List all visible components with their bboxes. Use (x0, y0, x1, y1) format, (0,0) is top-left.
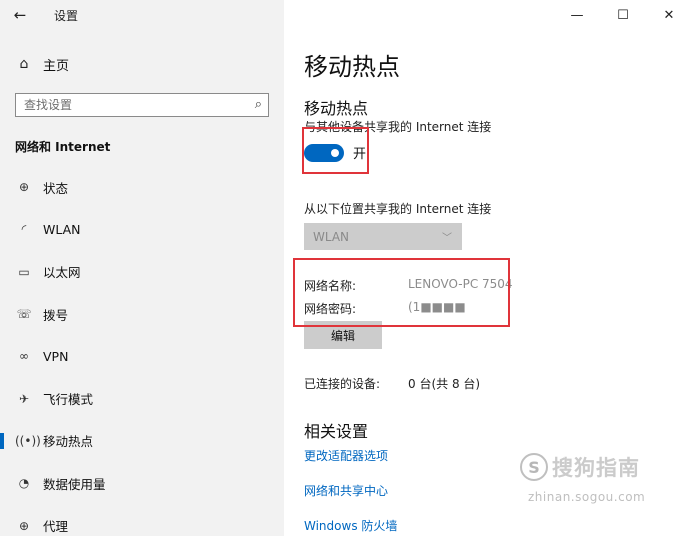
share-from-label: 从以下位置共享我的 Internet 连接 (304, 202, 492, 216)
link-windows-firewall[interactable]: Windows 防火墙 (304, 517, 397, 534)
search-box: ⌕ (15, 93, 269, 117)
sidebar-item-label: 数据使用量 (43, 476, 106, 492)
sogou-logo-icon: S (520, 453, 548, 481)
sidebar-item-label: 主页 (43, 58, 70, 74)
watermark-url: zhinan.sogou.com (528, 490, 646, 504)
related-settings-title: 相关设置 (304, 422, 369, 441)
watermark: S 搜狗指南 zhinan.sogou.com (520, 452, 690, 522)
share-from-select[interactable]: WLAN ﹀ (304, 223, 462, 250)
sidebar-item-wlan[interactable]: ◜ WLAN (0, 208, 284, 250)
data-usage-icon: ◔ (18, 476, 30, 491)
connected-devices-value: 0 台(共 8 台) (408, 377, 481, 391)
connected-devices-row: 已连接的设备: 0 台(共 8 台) (304, 375, 480, 392)
sidebar: ← 设置 ⌂ 主页 ⌕ 网络和 Internet ⊕ 状态 ◜ WLAN ▭ 以… (0, 0, 284, 536)
annotation-box-network-info (293, 258, 510, 327)
section-title: 网络和 Internet (15, 140, 111, 154)
airplane-icon: ✈ (18, 391, 30, 406)
hotspot-icon: ((•)) (15, 433, 41, 448)
sidebar-item-data-usage[interactable]: ◔ 数据使用量 (0, 462, 284, 504)
search-icon[interactable]: ⌕ (255, 97, 262, 112)
sidebar-item-vpn[interactable]: ∞ VPN (0, 335, 284, 377)
sidebar-item-home[interactable]: ⌂ 主页 (0, 50, 284, 78)
home-icon: ⌂ (19, 56, 29, 72)
sidebar-item-label: 拨号 (43, 307, 69, 323)
sidebar-nav: ⊕ 状态 ◜ WLAN ▭ 以太网 ☏ 拨号 ∞ VPN ✈ 飞行模式 ((•)… (0, 166, 284, 536)
sidebar-item-label: 代理 (43, 519, 69, 535)
sidebar-item-label: 以太网 (43, 265, 81, 281)
proxy-icon: ⊕ (18, 518, 30, 533)
sidebar-item-label: 飞行模式 (43, 392, 94, 408)
link-network-sharing-center[interactable]: 网络和共享中心 (304, 482, 388, 499)
sidebar-item-label: 状态 (43, 180, 69, 196)
sidebar-item-mobile-hotspot[interactable]: ((•)) 移动热点 (0, 420, 284, 462)
sidebar-item-label: WLAN (43, 221, 81, 237)
globe-icon: ⊕ (18, 180, 30, 195)
sidebar-item-airplane-mode[interactable]: ✈ 飞行模式 (0, 377, 284, 419)
dialup-icon: ☏ (16, 307, 32, 322)
ethernet-icon: ▭ (18, 264, 30, 279)
search-input[interactable] (24, 98, 234, 112)
wifi-icon: ◜ (21, 222, 27, 237)
chevron-down-icon: ﹀ (442, 233, 452, 244)
page-title: 移动热点 (304, 53, 400, 81)
hotspot-title: 移动热点 (304, 99, 369, 118)
sidebar-item-label: 移动热点 (43, 434, 94, 450)
sidebar-item-label: VPN (43, 348, 69, 364)
connected-devices-label: 已连接的设备: (304, 377, 381, 391)
sidebar-item-ethernet[interactable]: ▭ 以太网 (0, 251, 284, 293)
annotation-box-toggle (302, 127, 369, 174)
sidebar-item-dialup[interactable]: ☏ 拨号 (0, 293, 284, 335)
back-button[interactable]: ← (0, 0, 40, 30)
sidebar-item-proxy[interactable]: ⊕ 代理 (0, 504, 284, 536)
title-bar: ← 设置 (0, 0, 284, 30)
app-title: 设置 (54, 8, 79, 23)
link-change-adapter-options[interactable]: 更改适配器选项 (304, 447, 388, 464)
sidebar-item-status[interactable]: ⊕ 状态 (0, 166, 284, 208)
vpn-icon: ∞ (19, 349, 29, 364)
back-arrow-icon: ← (13, 6, 27, 24)
share-from-value: WLAN (313, 229, 350, 244)
watermark-text: 搜狗指南 (552, 456, 640, 480)
